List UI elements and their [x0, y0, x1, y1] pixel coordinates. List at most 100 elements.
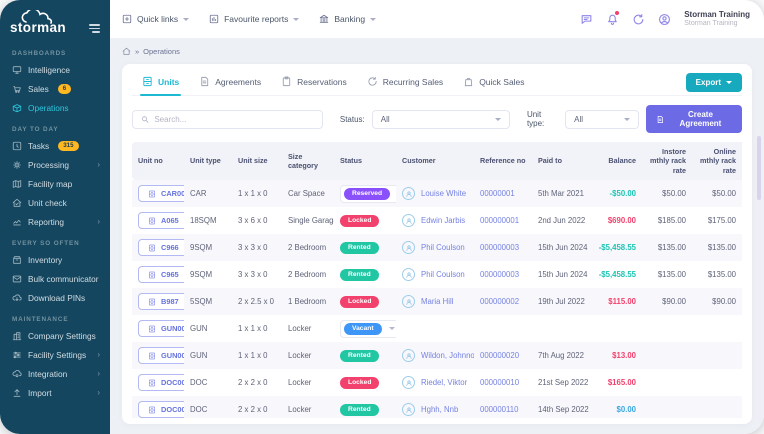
messages-icon[interactable] [580, 13, 593, 26]
tab-agreements[interactable]: Agreements [189, 70, 271, 95]
status-cell: Rented [334, 234, 396, 261]
unit-link[interactable]: CAR001 [138, 185, 184, 203]
unit-type-cell: DOC [190, 405, 208, 415]
banking-menu[interactable]: Banking [319, 14, 377, 24]
customer-link[interactable]: Riedel, Viktor [402, 376, 467, 390]
breadcrumb[interactable]: » Operations [122, 44, 752, 64]
search-input[interactable] [154, 114, 314, 124]
status-dropdown[interactable]: Reserved [340, 184, 396, 203]
sidebar-item-download-pins[interactable]: Download PINs [0, 288, 110, 307]
chevron-down-icon [494, 117, 501, 121]
unit-link[interactable]: GUN002 [138, 320, 184, 338]
menu-toggle-icon[interactable] [89, 22, 100, 35]
user-circle-icon [658, 13, 671, 26]
unit-type-cell: 9SQM [190, 270, 213, 280]
unit-link[interactable]: B987 [138, 293, 184, 311]
user-avatar-icon[interactable] [658, 13, 671, 26]
tab-reservations[interactable]: Reservations [271, 70, 357, 95]
sidebar-item-processing[interactable]: Processing › [0, 155, 110, 174]
sidebar-item-company-settings[interactable]: Company Settings [0, 326, 110, 345]
unit-size-cell: 1 x 1 x 0 [238, 351, 268, 361]
paid-to-cell: 5th Mar 2021 [538, 189, 584, 199]
unit-type-cell: 18SQM [190, 216, 217, 226]
avatar [402, 403, 415, 417]
sidebar-item-integration[interactable]: Integration › [0, 364, 110, 383]
sidebar-item-bulk-communicator[interactable]: Bulk communicator [0, 269, 110, 288]
reference-link[interactable]: 000000002 [480, 297, 519, 306]
reference-link[interactable]: 000000003 [480, 243, 519, 252]
status-select-filter[interactable]: All [371, 109, 510, 129]
tab-quick-sales[interactable]: Quick Sales [453, 70, 534, 95]
tab-recurring-sales[interactable]: Recurring Sales [357, 70, 453, 95]
reference-link[interactable]: 000000020 [480, 351, 519, 360]
sidebar-item-facility-map[interactable]: Facility map [0, 174, 110, 193]
cabinet-icon [148, 271, 156, 279]
unit-type-select-filter[interactable]: All [565, 109, 639, 129]
unit-type-cell: GUN [190, 324, 208, 334]
sidebar-item-reporting[interactable]: Reporting › [0, 212, 110, 231]
sync-icon[interactable] [632, 13, 645, 26]
status-cell: Rented [334, 261, 396, 288]
paid-to-cell: 21st Sep 2022 [538, 378, 589, 388]
scrollbar-thumb[interactable] [756, 136, 761, 200]
customer-link[interactable]: Hghh, Nnb [402, 403, 458, 417]
sidebar-item-label: Facility map [28, 178, 73, 189]
notifications-bell-icon[interactable] [606, 10, 620, 26]
reference-link[interactable]: 000000010 [480, 378, 519, 387]
unit-type-cell: 9SQM [190, 243, 213, 253]
sidebar-item-unit-check[interactable]: Unit check [0, 193, 110, 212]
vertical-scrollbar[interactable] [756, 134, 761, 422]
user-menu[interactable]: Storman Training Storman Training [684, 10, 750, 29]
column-header-online-mthly-rack-rate: Online mthly rack rate [692, 142, 742, 181]
customer-link[interactable]: Edwin Jarbis [402, 214, 465, 228]
reference-link[interactable]: 000000003 [480, 270, 519, 279]
customer-link[interactable]: Louise White [402, 187, 466, 201]
buildings-icon [12, 331, 22, 341]
unit-link[interactable]: DOC001 [138, 374, 184, 392]
paid-to-cell: 7th Aug 2022 [538, 351, 584, 361]
customer-link[interactable]: Maria Hill [402, 295, 454, 309]
sidebar-item-tasks[interactable]: Tasks 315 [0, 136, 110, 155]
paid-to-cell: 19th Jul 2022 [538, 297, 585, 307]
export-button[interactable]: Export [685, 73, 742, 92]
chevron-right-icon: › [97, 387, 100, 397]
sidebar-item-inventory[interactable]: Inventory [0, 250, 110, 269]
status-filter-label: Status: [339, 114, 365, 124]
customer-link[interactable]: Phil Coulson [402, 241, 465, 255]
unit-link[interactable]: C965 [138, 266, 184, 284]
sidebar-item-intelligence[interactable]: Intelligence [0, 60, 110, 79]
sidebar-item-label: Intelligence [28, 64, 70, 75]
reference-link[interactable]: 000000110 [480, 405, 518, 414]
unit-no-cell: C966 [132, 234, 184, 261]
size-category-cell: 2 Bedroom [288, 270, 327, 280]
status-badge: Rented [340, 403, 379, 416]
customer-link[interactable]: Phil Coulson [402, 268, 465, 282]
report-icon [209, 14, 219, 24]
sidebar-item-operations[interactable]: Operations [0, 98, 110, 117]
favourite-reports-menu[interactable]: Favourite reports [209, 14, 300, 24]
balance-cell: $115.00 [608, 297, 636, 307]
create-agreement-button[interactable]: Create Agreement [645, 105, 742, 133]
unit-link[interactable]: C966 [138, 239, 184, 257]
sidebar-item-label: Reporting [28, 216, 64, 227]
unit-link[interactable]: GUN001 [138, 347, 184, 365]
operations-card: Units Agreements Reservations Recurring Sal… [122, 64, 752, 424]
quick-links-menu[interactable]: Quick links [122, 14, 190, 24]
paid-to-cell: 15th Jun 2024 [538, 270, 588, 280]
unit-link[interactable]: DOC002 [138, 401, 184, 418]
unit-no-cell: DOC001 [132, 369, 184, 396]
storman-logo[interactable]: storman [10, 10, 66, 35]
sidebar-item-sales[interactable]: Sales 6 [0, 79, 110, 98]
unit-link[interactable]: A065 [138, 212, 184, 230]
reference-link[interactable]: 000000001 [480, 216, 519, 225]
status-dropdown[interactable]: Vacant [340, 319, 396, 338]
customer-link[interactable]: Wildon, Johnno [402, 349, 474, 363]
balance-cell: $13.00 [612, 351, 636, 361]
tab-units[interactable]: Units [132, 70, 189, 96]
sidebar-item-facility-settings[interactable]: Facility Settings › [0, 345, 110, 364]
sidebar-item-import[interactable]: Import › [0, 383, 110, 402]
instore-rate-cell: $135.00 [657, 270, 686, 280]
sidebar-item-label: Tasks [28, 140, 50, 151]
online-rate-cell: $135.00 [707, 243, 736, 253]
reference-link[interactable]: 00000001 [480, 189, 515, 198]
